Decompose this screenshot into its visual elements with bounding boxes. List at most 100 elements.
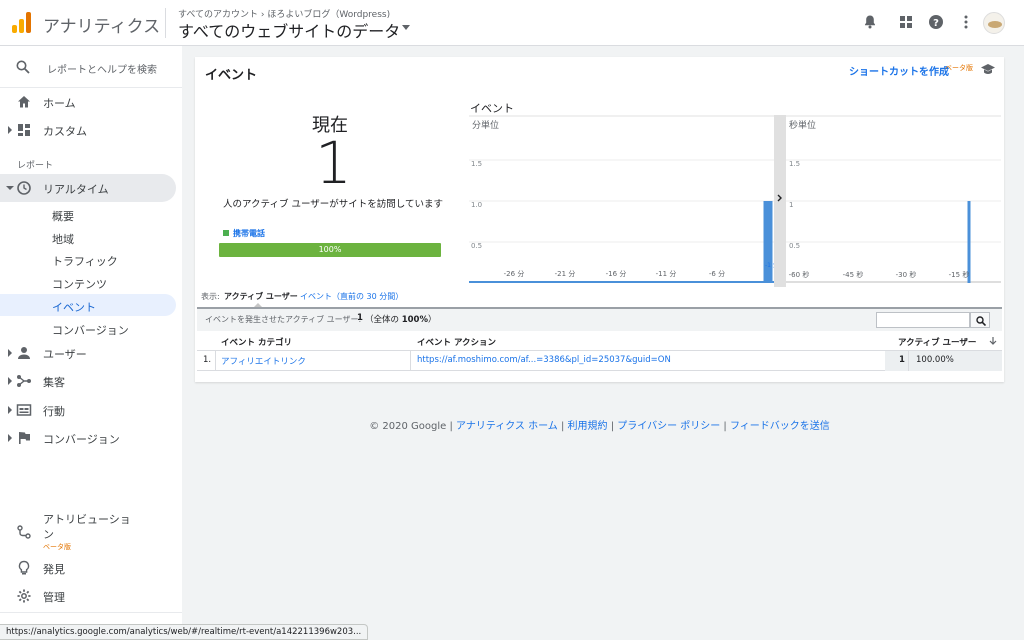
sidebar-subitem-label: イベント [52, 301, 96, 314]
view-label: 表示: [201, 292, 220, 301]
device-legend-swatch [223, 230, 229, 236]
footer-link-privacy[interactable]: プライバシー ポリシー [617, 421, 720, 432]
more-vert-icon[interactable] [958, 14, 974, 30]
x-tick-label: -60 秒 [789, 270, 810, 279]
sidebar-subitem-locations[interactable]: 地域 [0, 226, 176, 248]
sidebar-subitem-label: トラフィック [52, 255, 118, 268]
sidebar-item-attribution[interactable]: アトリビューション ベータ版 [0, 508, 176, 551]
sidebar-item-conversions[interactable]: コンバージョン [0, 424, 182, 452]
table-search-button[interactable] [970, 312, 990, 328]
x-tick-label: -45 秒 [843, 270, 864, 279]
sidebar-item-discover[interactable]: 発見 [0, 554, 182, 582]
apps-grid-icon[interactable] [898, 14, 914, 30]
footer-link-feedback[interactable]: フィードバックを送信 [730, 421, 830, 432]
footer-link-analytics-home[interactable]: アナリティクス ホーム [456, 421, 558, 432]
column-header-active-users[interactable]: アクティブ ユーザー [898, 336, 976, 348]
table-search-input[interactable] [876, 312, 970, 328]
top-header: アナリティクス すべてのアカウント › ほろよいブログ（Wordpress) す… [0, 0, 1024, 46]
sidebar-search[interactable]: レポートとヘルプを検索 [0, 46, 182, 88]
device-share-percent: 100% [318, 245, 342, 254]
sidebar-item-admin[interactable]: 管理 [0, 582, 182, 610]
x-tick-label: -6 分 [709, 269, 725, 278]
table-header-row: イベント カテゴリ イベント アクション アクティブ ユーザー [197, 331, 1002, 351]
chevron-down-icon[interactable] [402, 25, 410, 30]
sidebar-subitem-traffic[interactable]: トラフィック [0, 248, 176, 270]
column-header-category[interactable]: イベント カテゴリ [221, 336, 292, 348]
sidebar-subitem-overview[interactable]: 概要 [0, 203, 176, 225]
active-user-count: 1 [315, 129, 352, 197]
sidebar-subitem-label: コンバージョン [52, 324, 129, 337]
browser-status-url: https://analytics.google.com/analytics/w… [0, 624, 369, 640]
sidebar-item-realtime[interactable]: リアルタイム [0, 174, 176, 202]
sidebar-item-audience[interactable]: ユーザー [0, 339, 182, 367]
sidebar-subitem-content[interactable]: コンテンツ [0, 271, 176, 293]
person-icon [18, 347, 30, 359]
sidebar-item-label: アトリビューション [43, 513, 131, 541]
gear-icon [17, 589, 31, 603]
expand-caret-icon [8, 406, 12, 414]
sort-arrow-down-icon[interactable] [989, 336, 997, 346]
minute-chart-label: 分単位 [472, 119, 499, 131]
x-tick-label: -21 分 [555, 269, 576, 278]
beta-badge: ベータ版 [43, 543, 71, 551]
x-tick-label: -15 秒 [949, 270, 970, 279]
graduation-cap-icon[interactable] [980, 62, 996, 76]
copyright-text: © 2020 Google [369, 421, 447, 432]
sidebar-item-acquisition[interactable]: 集客 [0, 367, 182, 395]
search-placeholder: レポートとヘルプを検索 [47, 65, 157, 76]
avatar[interactable] [983, 12, 1005, 34]
search-icon [976, 316, 986, 326]
page-footer: © 2020 Google | アナリティクス ホーム | 利用規約 | プライ… [369, 421, 830, 432]
header-divider [165, 8, 166, 38]
event-category-link[interactable]: アフィリエイトリンク [221, 355, 306, 367]
sidebar-subitem-label: 概要 [52, 210, 74, 223]
sidebar-item-behavior[interactable]: 行動 [0, 396, 182, 424]
active-users-percent: 100.00% [916, 355, 954, 365]
second-chart-label: 秒単位 [789, 119, 816, 131]
expand-caret-icon [8, 434, 12, 442]
create-shortcut-link[interactable]: ショートカットを作成 [849, 63, 949, 78]
column-header-action[interactable]: イベント アクション [417, 336, 496, 348]
table-summary-bar: イベントを発生させたアクティブ ユーザー: 1 （全体の 100%） [197, 307, 1002, 331]
active-users-description: 人のアクティブ ユーザーがサイトを訪問しています [223, 199, 444, 210]
bell-icon[interactable] [862, 14, 878, 30]
footer-link-terms[interactable]: 利用規約 [568, 421, 608, 432]
x-tick-label: -26 分 [504, 269, 525, 278]
sidebar-item-label: カスタム [43, 125, 87, 138]
tab-active-users[interactable]: アクティブ ユーザー [224, 291, 298, 302]
lightbulb-icon [18, 560, 30, 575]
sidebar-subitem-events[interactable]: イベント [0, 294, 176, 316]
column-separator [908, 351, 909, 371]
home-icon [18, 96, 30, 108]
expand-caret-icon [8, 126, 12, 134]
expand-caret-icon [8, 349, 12, 357]
collapse-caret-icon [6, 186, 14, 190]
y-tick-label: 1.0 [471, 201, 482, 209]
sidebar-item-label: コンバージョン [43, 433, 120, 446]
page-title: イベント [205, 68, 258, 83]
sidebar-item-label: 集客 [43, 376, 65, 389]
summary-total: （全体の 100%） [365, 315, 437, 325]
sidebar-item-label: 管理 [43, 591, 65, 604]
sidebar-subitem-conversions[interactable]: コンバージョン [0, 317, 176, 339]
sidebar-subitem-label: 地域 [52, 233, 74, 246]
x-tick-label: -11 分 [656, 269, 677, 278]
realtime-charts: 分単位 1.5 1.0 0.5 -26 分 -21 分 -16 分 -11 分 … [469, 115, 1001, 287]
sidebar-item-label: ユーザー [43, 348, 87, 361]
app-title[interactable]: アナリティクス [43, 12, 160, 37]
column-separator [215, 351, 216, 371]
help-icon[interactable]: ? [928, 14, 944, 30]
event-action-link[interactable]: https://af.moshimo.com/af...=3386&pl_id=… [417, 355, 671, 365]
view-selector[interactable]: すべてのウェブサイトのデータ [178, 18, 400, 42]
device-share-bar: 100% [219, 243, 441, 257]
sidebar-item-home[interactable]: ホーム [0, 88, 182, 116]
summary-count: 1 [357, 313, 363, 323]
device-legend-label[interactable]: 携帯電話 [233, 228, 265, 239]
analytics-logo-icon[interactable] [12, 11, 32, 33]
tab-events-30min[interactable]: イベント（直前の 30 分間） [300, 291, 403, 302]
clock-icon [17, 181, 31, 195]
sidebar-item-custom[interactable]: カスタム [0, 116, 182, 144]
sidebar: レポートとヘルプを検索 ホーム カスタム レポート リアルタイム 概要 地域 ト… [0, 46, 182, 640]
chart-splitter[interactable] [774, 115, 786, 287]
sidebar-item-label: 発見 [43, 563, 65, 576]
